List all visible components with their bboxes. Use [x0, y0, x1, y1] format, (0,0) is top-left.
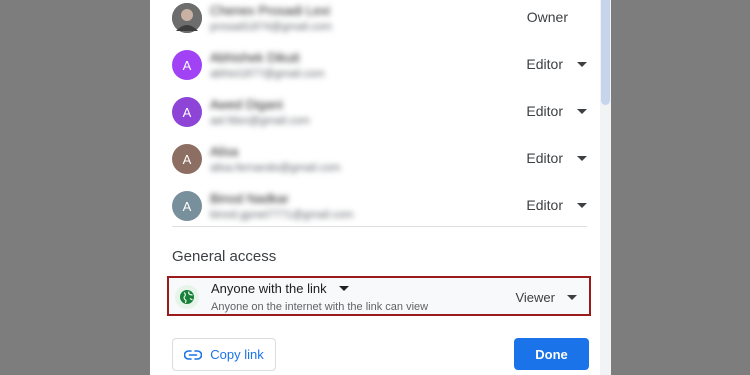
person-row: A Awed Digani ael.fdsn@gmail.com Editor	[172, 91, 587, 138]
copy-link-label: Copy link	[210, 347, 264, 362]
scrollbar-thumb[interactable]	[601, 0, 610, 105]
role-text: Owner	[526, 9, 568, 25]
caret-down-icon	[567, 295, 577, 300]
role-label-owner: Owner	[527, 9, 568, 25]
divider	[172, 226, 587, 227]
avatar: A	[172, 191, 202, 221]
role-dropdown[interactable]: Editor	[526, 150, 587, 166]
role-text: Editor	[526, 56, 563, 72]
access-role-text: Viewer	[515, 290, 555, 305]
person-row-owner: Chenex Prosadi Lexi prosadi1874@gmail.co…	[172, 0, 587, 44]
person-name: Binod Nadkar	[210, 191, 289, 206]
caret-down-icon	[338, 286, 349, 291]
profile-photo-icon	[172, 3, 202, 33]
person-row: A Alisa alisa.fernando@gmail.com Editor	[172, 138, 587, 185]
role-dropdown[interactable]: Editor	[526, 103, 587, 119]
avatar: A	[172, 50, 202, 80]
globe-icon	[175, 285, 199, 309]
person-name: Alisa	[210, 144, 239, 159]
role-text: Editor	[526, 150, 563, 166]
person-email: ael.fdsn@gmail.com	[210, 115, 310, 127]
caret-down-icon	[577, 202, 587, 208]
access-role-dropdown[interactable]: Viewer	[515, 290, 577, 305]
done-button[interactable]: Done	[514, 338, 589, 370]
person-name: Awed Digani	[210, 97, 283, 112]
role-dropdown[interactable]: Editor	[526, 56, 587, 72]
person-email: binod.gpnet7771@gmail.com	[210, 209, 354, 221]
person-name: Abhishek Dikuti	[210, 50, 300, 65]
general-access-row: Anyone with the link Anyone on the inter…	[167, 276, 591, 316]
person-row: A Binod Nadkar binod.gpnet7771@gmail.com…	[172, 185, 587, 232]
access-description: Anyone on the internet with the link can…	[211, 301, 429, 313]
person-email: alisa.fernando@gmail.com	[210, 162, 341, 174]
avatar: A	[172, 97, 202, 127]
access-scope-dropdown[interactable]: Anyone with the link	[211, 281, 349, 296]
role-text: Editor	[526, 103, 563, 119]
person-email: prosadi1874@gmail.com	[210, 21, 332, 33]
scrollbar[interactable]	[600, 0, 611, 375]
caret-down-icon	[577, 108, 587, 114]
person-row: A Abhishek Dikuti abhixi1877@gmail.com E…	[172, 44, 587, 91]
access-scope-text: Anyone with the link	[211, 281, 327, 296]
caret-down-icon	[577, 155, 587, 161]
caret-down-icon	[577, 61, 587, 67]
role-dropdown[interactable]: Editor	[526, 197, 587, 213]
link-icon	[184, 349, 203, 360]
avatar	[172, 3, 202, 33]
general-access-heading: General access	[172, 248, 277, 265]
share-dialog: Chenex Prosadi Lexi prosadi1874@gmail.co…	[150, 0, 611, 375]
person-email: abhixi1877@gmail.com	[210, 68, 325, 80]
person-name: Chenex Prosadi Lexi	[210, 3, 330, 18]
avatar: A	[172, 144, 202, 174]
role-text: Editor	[526, 197, 563, 213]
copy-link-button[interactable]: Copy link	[172, 338, 276, 371]
